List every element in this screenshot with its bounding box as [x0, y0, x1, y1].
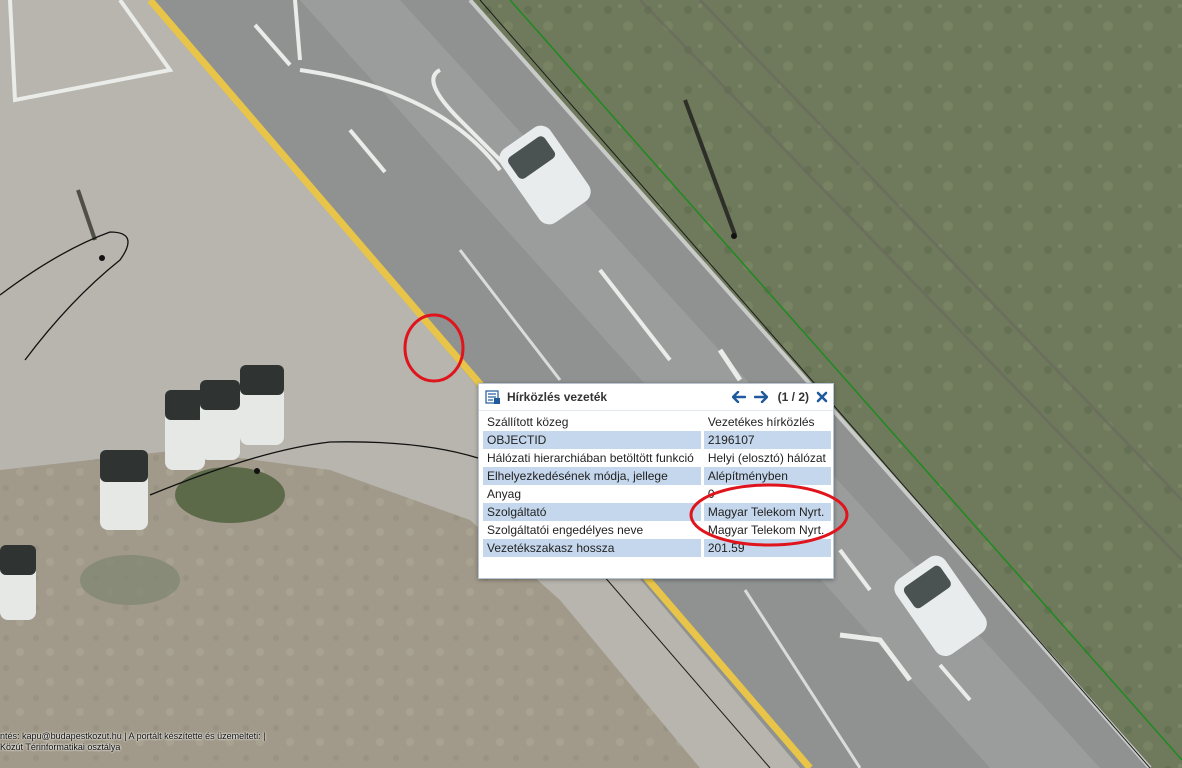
popup-title: Hírközlés vezeték — [507, 390, 608, 404]
attribute-row: OBJECTID 2196107 — [483, 431, 831, 449]
attribute-row: Vezetékszakasz hossza 201.59 — [483, 539, 831, 557]
attribute-row: Szállított közeg Vezetékes hírközlés — [483, 413, 831, 431]
attribute-row: Szolgáltatói engedélyes neve Magyar Telek… — [483, 521, 831, 539]
attribute-row: Elhelyezkedésének módja, jellege Alépítmé… — [483, 467, 831, 485]
attribute-key: Szolgáltató — [483, 503, 704, 521]
attribute-value: Alépítményben — [702, 467, 831, 485]
attribute-key: Vezetékszakasz hossza — [483, 539, 704, 557]
attribute-key: Szállított közeg — [483, 413, 704, 431]
attribute-value: Magyar Telekom Nyrt. — [707, 523, 825, 537]
attribution-line-1: ntés: kapu@budapestkozut.hu | A portált … — [0, 731, 266, 741]
attribution-text: ntés: kapu@budapestkozut.hu | A portált … — [0, 731, 265, 753]
attribute-key: Elhelyezkedésének módja, jellege — [483, 467, 704, 485]
attribute-value: 2196107 — [702, 431, 831, 449]
feature-info-popup: Hírközlés vezeték (1 / 2) Szállított köz… — [478, 383, 834, 579]
popup-header: Hírközlés vezeték (1 / 2) — [479, 384, 833, 411]
attribute-row: Anyag 0 — [483, 485, 831, 503]
arrow-right-icon[interactable] — [752, 388, 770, 406]
attribute-value: Magyar Telekom Nyrt. — [702, 503, 831, 521]
attribute-row: Szolgáltató Magyar Telekom Nyrt. — [483, 503, 831, 521]
page-indicator: (1 / 2) — [777, 390, 809, 404]
attribute-key: OBJECTID — [483, 431, 704, 449]
attribute-table: Szállított közeg Vezetékes hírközlés OBJEC… — [483, 413, 831, 557]
attribute-key: Anyag — [483, 485, 704, 503]
attribute-value: 201.59 — [702, 539, 831, 557]
close-icon[interactable] — [815, 390, 829, 404]
feature-info-icon — [485, 389, 501, 405]
attribute-value: 0 — [707, 487, 715, 501]
attribute-key: Szolgáltatói engedélyes neve — [483, 521, 704, 539]
attribute-value: Helyi (elosztó) hálózat — [707, 451, 826, 465]
attribute-value: Vezetékes hírközlés — [707, 415, 815, 429]
attribution-line-2: Közút Térinformatikai osztálya — [0, 742, 121, 752]
attribute-key: Hálózati hierarchiában betöltött funkció — [483, 449, 704, 467]
arrow-left-icon[interactable] — [730, 388, 748, 406]
attribute-row: Hálózati hierarchiában betöltött funkció… — [483, 449, 831, 467]
